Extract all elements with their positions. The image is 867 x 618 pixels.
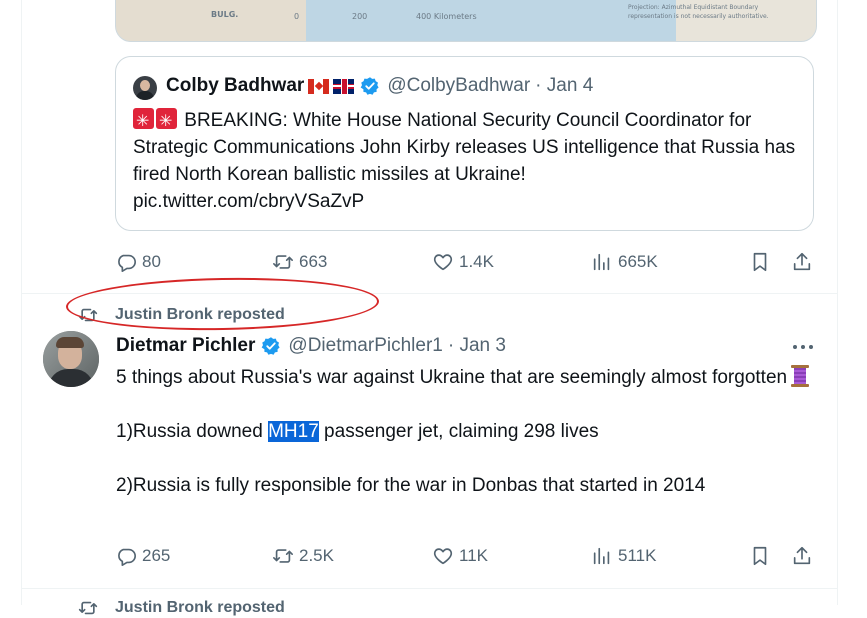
share-button[interactable] bbox=[791, 545, 813, 567]
views-count: 665K bbox=[618, 252, 658, 271]
tweet-line-3: 2)Russia is fully responsible for the wa… bbox=[116, 475, 706, 496]
views-icon bbox=[593, 253, 610, 271]
canada-flag-icon bbox=[308, 78, 330, 94]
quoted-tweet-text: BREAKING: White House National Security … bbox=[133, 107, 803, 215]
tweet-line-1: 5 things about Russia's war against Ukra… bbox=[116, 364, 816, 391]
author-name[interactable]: Dietmar Pichler bbox=[116, 335, 255, 357]
views-button[interactable]: 511K bbox=[591, 545, 656, 567]
bookmark-button[interactable] bbox=[749, 545, 771, 567]
reply-button[interactable]: 80 bbox=[115, 251, 161, 273]
tweet-actions-2: 265 2.5K 11K 511K bbox=[115, 545, 815, 569]
tweet-line-2: 1)Russia downed MH17 passenger jet, clai… bbox=[116, 421, 599, 442]
repost-icon bbox=[273, 255, 293, 269]
like-button[interactable]: 1.4K bbox=[432, 251, 494, 273]
quoted-author-avatar[interactable] bbox=[133, 76, 157, 100]
quoted-tweet-date[interactable]: · Jan 4 bbox=[535, 75, 593, 97]
verified-icon bbox=[262, 337, 280, 355]
red-annotation-ellipse bbox=[65, 275, 380, 333]
bookmark-button[interactable] bbox=[749, 251, 771, 273]
uk-flag-icon bbox=[333, 78, 355, 94]
share-icon bbox=[793, 252, 811, 271]
author-handle[interactable]: @DietmarPichler1 bbox=[288, 335, 442, 357]
quoted-tweet-body: BREAKING: White House National Security … bbox=[133, 110, 796, 185]
tweet-text: 5 things about Russia's war against Ukra… bbox=[116, 364, 816, 499]
next-repost-context[interactable]: Justin Bronk reposted bbox=[78, 598, 285, 618]
map-scale-200: 200 bbox=[352, 12, 368, 21]
siren-emoji-icon bbox=[133, 107, 154, 134]
like-count: 11K bbox=[459, 546, 488, 565]
timeline-left-border bbox=[21, 0, 22, 605]
tweet-divider bbox=[22, 588, 837, 589]
author-avatar[interactable] bbox=[43, 331, 99, 387]
repost-count: 663 bbox=[299, 252, 328, 271]
repost-count: 2.5K bbox=[299, 546, 334, 565]
quoted-tweet[interactable]: Colby Badhwar @ColbyBadhwar · Jan 4 BREA… bbox=[115, 56, 814, 231]
reply-icon bbox=[118, 254, 136, 272]
views-count: 511K bbox=[618, 546, 657, 565]
repost-icon bbox=[273, 549, 293, 563]
reply-icon bbox=[118, 548, 136, 566]
quoted-author-handle[interactable]: @ColbyBadhwar bbox=[387, 75, 530, 97]
bookmark-icon bbox=[753, 252, 767, 272]
reply-button[interactable]: 265 bbox=[115, 545, 170, 567]
views-icon bbox=[593, 547, 610, 565]
map-scale-400: 400 Kilometers bbox=[416, 12, 477, 21]
tweet-header: Dietmar Pichler @DietmarPichler1 · Jan 3 bbox=[116, 335, 506, 357]
quoted-tweet-header: Colby Badhwar @ColbyBadhwar · Jan 4 bbox=[166, 75, 593, 97]
quoted-tweet-link[interactable]: pic.twitter.com/cbryVSaZvP bbox=[133, 191, 364, 212]
like-count: 1.4K bbox=[459, 252, 494, 271]
next-repost-context-label: Justin Bronk reposted bbox=[115, 599, 285, 616]
like-icon bbox=[433, 254, 453, 271]
tweet-date[interactable]: · Jan 3 bbox=[448, 335, 506, 357]
repost-button[interactable]: 2.5K bbox=[272, 545, 334, 567]
tweet-map-image[interactable]: BULG. 0 200 400 Kilometers Projection: A… bbox=[115, 0, 817, 42]
more-icon[interactable] bbox=[790, 337, 816, 357]
timeline-right-border bbox=[837, 0, 838, 605]
share-button[interactable] bbox=[791, 251, 813, 273]
bookmark-icon bbox=[753, 546, 767, 566]
like-icon bbox=[433, 548, 453, 565]
map-label-bulg: BULG. bbox=[211, 10, 239, 19]
tweet-actions-1: 80 663 1.4K 665K bbox=[115, 251, 815, 275]
like-button[interactable]: 11K bbox=[432, 545, 488, 567]
selected-text-mh17: MH17 bbox=[268, 421, 319, 442]
thread-spool-icon bbox=[791, 365, 810, 387]
repost-button[interactable]: 663 bbox=[272, 251, 327, 273]
map-caption: Projection: Azimuthal Equidistant Bounda… bbox=[628, 4, 769, 20]
verified-icon bbox=[360, 77, 379, 95]
map-scale-0: 0 bbox=[294, 12, 300, 21]
share-icon bbox=[793, 546, 811, 565]
reply-count: 80 bbox=[142, 252, 161, 271]
reply-count: 265 bbox=[142, 546, 171, 565]
repost-icon bbox=[78, 601, 98, 615]
views-button[interactable]: 665K bbox=[591, 251, 658, 273]
siren-emoji-icon bbox=[156, 107, 177, 134]
quoted-author-name[interactable]: Colby Badhwar bbox=[166, 75, 304, 97]
